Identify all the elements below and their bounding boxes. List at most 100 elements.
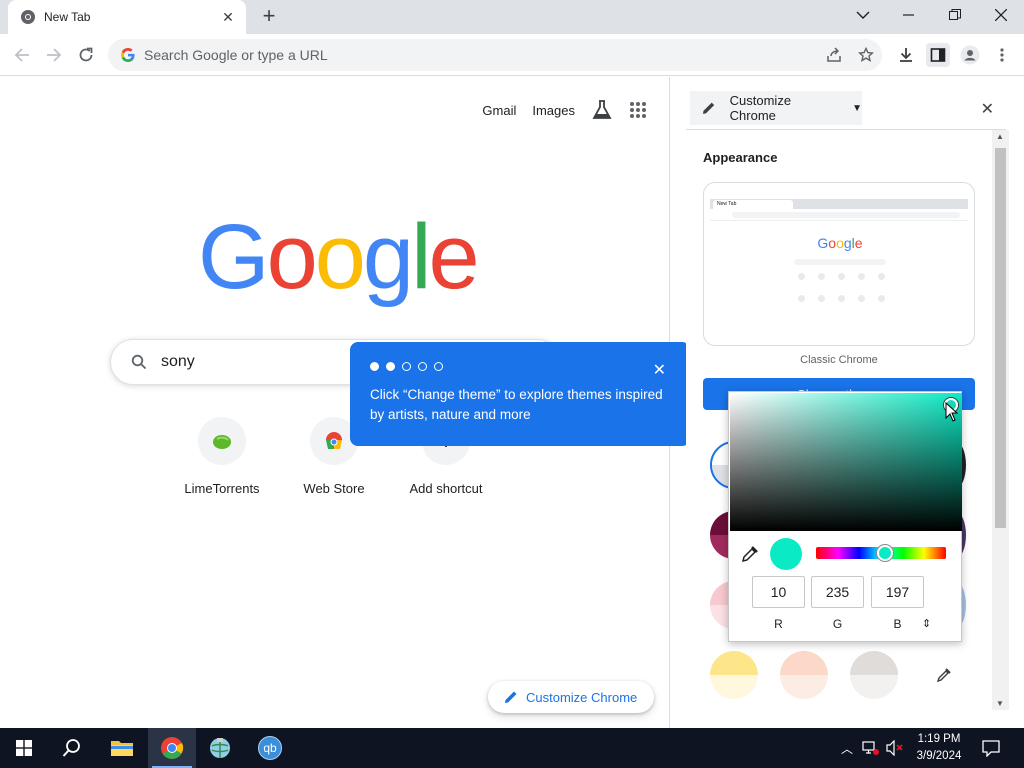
- chrome-icon: [21, 10, 35, 24]
- restore-button[interactable]: [932, 0, 978, 30]
- taskbar-search-button[interactable]: [48, 728, 96, 768]
- divider: [686, 129, 1006, 130]
- download-icon: [900, 48, 912, 62]
- current-color-preview: [770, 538, 802, 570]
- apps-grid-icon[interactable]: [629, 101, 647, 119]
- promo-step-dot: [370, 362, 379, 371]
- caret-down-icon: ▼: [852, 102, 862, 114]
- chrome-icon: [161, 737, 184, 759]
- preview-shortcut-dot: [818, 295, 825, 302]
- qbittorrent-taskbar-button[interactable]: qb: [246, 728, 294, 768]
- pencil-icon: [505, 691, 517, 703]
- format-toggle-icon[interactable]: ⇕: [922, 617, 931, 630]
- preview-searchbox: [794, 259, 886, 265]
- eyedropper-icon: [936, 668, 951, 683]
- search-icon: [131, 354, 147, 370]
- shortcut-limetorrents[interactable]: LimeTorrents: [172, 417, 272, 496]
- volume-muted-icon[interactable]: [886, 740, 904, 756]
- images-link[interactable]: Images: [532, 103, 575, 118]
- side-panel-button[interactable]: [926, 43, 950, 67]
- shortcut-label: LimeTorrents: [184, 481, 260, 496]
- logo-letter: o: [836, 235, 844, 251]
- blue-label: B: [893, 617, 902, 631]
- new-tab-button[interactable]: +: [258, 5, 280, 28]
- globe-installer-icon: [210, 738, 230, 758]
- logo-letter: o: [314, 206, 366, 308]
- installer-taskbar-button[interactable]: [196, 728, 244, 768]
- labs-flask-icon[interactable]: [591, 99, 613, 121]
- side-panel-close-icon[interactable]: ✕: [981, 99, 994, 119]
- logo-letter: o: [266, 206, 318, 308]
- scroll-down-arrow-icon[interactable]: ▼: [996, 699, 1004, 708]
- address-bar[interactable]: Search Google or type a URL: [108, 39, 882, 71]
- tab-close-icon[interactable]: ✕: [220, 9, 236, 25]
- blue-input[interactable]: 197: [871, 576, 924, 608]
- theme-preview: New Tab Google: [703, 182, 975, 346]
- promo-step-dot: [418, 362, 427, 371]
- side-panel-icon: [930, 48, 946, 62]
- green-label: G: [832, 617, 843, 631]
- search-icon: [62, 739, 80, 757]
- windows-taskbar: qb ︿ 1:19 PM 3/9/2024: [0, 728, 1024, 768]
- network-icon[interactable]: [862, 740, 880, 756]
- forward-button[interactable]: [42, 43, 66, 67]
- toolbar: Search Google or type a URL: [0, 34, 1024, 76]
- clock-time: 1:19 PM: [917, 733, 961, 745]
- side-panel-title: Customize Chrome: [729, 93, 792, 123]
- reload-button[interactable]: [74, 43, 98, 67]
- share-button[interactable]: [822, 43, 846, 67]
- file-explorer-button[interactable]: [98, 728, 146, 768]
- chevron-up-icon[interactable]: ︿: [838, 740, 856, 757]
- forward-arrow-icon: [47, 48, 62, 62]
- saturation-value-area[interactable]: [730, 393, 962, 531]
- preview-shortcut-dot: [838, 273, 845, 280]
- chrome-taskbar-button[interactable]: [148, 728, 196, 768]
- color-swatch[interactable]: [780, 651, 828, 699]
- preview-shortcut-dot: [878, 295, 885, 302]
- customize-chrome-button[interactable]: Customize Chrome: [488, 681, 654, 713]
- back-button[interactable]: [10, 43, 34, 67]
- tab-new-tab[interactable]: New Tab ✕: [8, 0, 246, 34]
- gmail-link[interactable]: Gmail: [482, 103, 516, 118]
- green-input[interactable]: 235: [811, 576, 864, 608]
- side-panel-scrollbar[interactable]: ▲ ▼: [992, 130, 1009, 710]
- close-window-button[interactable]: [978, 0, 1024, 30]
- ntp-search-value: sony: [161, 353, 195, 370]
- preview-omnibox: [732, 212, 960, 218]
- taskbar-clock[interactable]: 1:19 PM 3/9/2024: [906, 731, 972, 765]
- menu-button[interactable]: [990, 43, 1014, 67]
- tab-strip: New Tab ✕ +: [0, 0, 1024, 34]
- notification-icon: [982, 740, 1000, 757]
- promo-close-icon[interactable]: ✕: [653, 360, 666, 380]
- bookmark-button[interactable]: [854, 43, 878, 67]
- profile-button[interactable]: [958, 43, 982, 67]
- preview-shortcut-dot: [798, 295, 805, 302]
- color-swatch[interactable]: [710, 651, 758, 699]
- side-panel-selector[interactable]: Customize Chrome ▼: [690, 91, 862, 125]
- promo-step-dot: [434, 362, 443, 371]
- eyedropper-icon[interactable]: [741, 545, 759, 563]
- folder-icon: [111, 741, 133, 756]
- shortcut-icon-circle: [198, 417, 246, 465]
- custom-color-swatch[interactable]: [920, 651, 968, 699]
- customize-chrome-label: Customize Chrome: [526, 689, 638, 705]
- preview-shortcut-dot: [858, 295, 865, 302]
- downloads-button[interactable]: [894, 43, 918, 67]
- red-input[interactable]: 10: [752, 576, 805, 608]
- preview-shortcut-dot: [818, 273, 825, 280]
- hue-slider-handle[interactable]: [877, 545, 893, 561]
- logo-letter: G: [198, 206, 270, 308]
- notifications-button[interactable]: [968, 728, 1014, 768]
- promo-step-dot: [386, 362, 395, 371]
- color-swatch[interactable]: [850, 651, 898, 699]
- scrollbar-thumb[interactable]: [995, 148, 1006, 528]
- minimize-button[interactable]: [886, 0, 932, 30]
- tab-search-button[interactable]: [840, 0, 886, 30]
- start-button[interactable]: [0, 728, 48, 768]
- logo-letter: g: [843, 235, 852, 251]
- logo-letter: l: [411, 206, 432, 308]
- share-icon: [827, 47, 841, 62]
- scroll-up-arrow-icon[interactable]: ▲: [996, 132, 1004, 141]
- preview-shortcut-dot: [858, 273, 865, 280]
- shortcut-label: Web Store: [303, 481, 365, 496]
